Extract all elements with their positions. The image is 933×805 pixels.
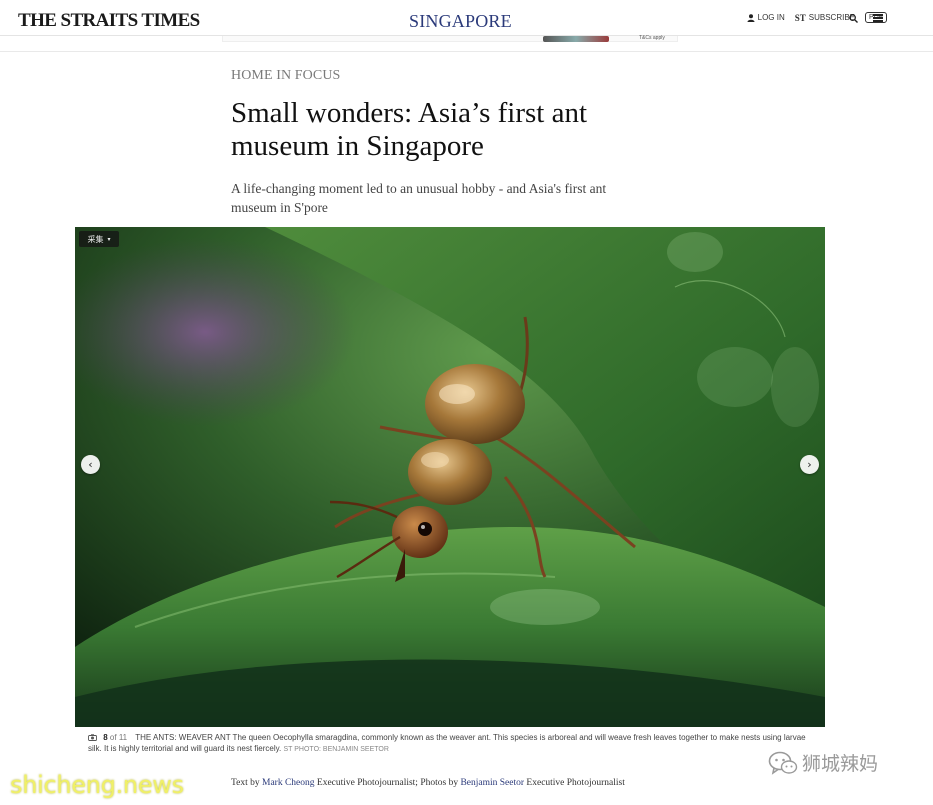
section-title[interactable]: SINGAPORE bbox=[409, 11, 512, 32]
byline-prefix: Text by bbox=[231, 778, 260, 788]
article-kicker[interactable]: HOME IN FOCUS bbox=[231, 68, 340, 84]
site-header: THE STRAITS TIMES SINGAPORE LOG IN ST SU… bbox=[0, 0, 933, 36]
ad-image bbox=[543, 36, 609, 42]
login-link[interactable]: LOG IN bbox=[747, 13, 785, 22]
gallery-image[interactable]: 采集 ▾ ‹ › bbox=[75, 227, 825, 727]
watermark-wechat: 狮城辣妈 bbox=[768, 749, 878, 776]
article-standfirst: A life-changing moment led to an unusual… bbox=[231, 181, 607, 215]
author-link[interactable]: Mark Cheong bbox=[262, 778, 315, 788]
search-icon[interactable] bbox=[849, 14, 858, 23]
menu-icon[interactable] bbox=[873, 14, 883, 22]
camera-icon bbox=[88, 734, 97, 742]
wechat-icon bbox=[768, 751, 798, 775]
user-icon bbox=[747, 13, 755, 22]
watermark-wechat-label: 狮城辣妈 bbox=[802, 753, 879, 775]
article-byline: Text by Mark Cheong Executive Photojourn… bbox=[231, 777, 631, 789]
st-mark-icon: ST bbox=[794, 12, 806, 23]
header-divider bbox=[0, 51, 933, 52]
login-label: LOG IN bbox=[757, 13, 785, 22]
header-actions: LOG IN ST SUBSCRIBE PDF bbox=[737, 12, 887, 23]
gallery-caption: 8 of 11 THE ANTS: WEAVER ANT The queen O… bbox=[88, 732, 818, 755]
gallery-next-button[interactable]: › bbox=[800, 455, 819, 474]
article-headline: Small wonders: Asia’s first ant museum i… bbox=[231, 97, 588, 162]
gallery-counter-current: 8 bbox=[103, 733, 108, 742]
photographer-role: Executive Photojournalist bbox=[526, 778, 625, 788]
collect-tag-label: 采集 bbox=[87, 234, 104, 244]
weaver-ant-photo bbox=[75, 227, 825, 727]
caption-text: THE ANTS: WEAVER ANT The queen Oecophyll… bbox=[88, 733, 806, 753]
subscribe-link[interactable]: ST SUBSCRIBE bbox=[795, 13, 855, 23]
ad-terms: T&Cs apply bbox=[639, 35, 665, 41]
collect-tag[interactable]: 采集 ▾ bbox=[79, 231, 119, 247]
watermark-shicheng: shicheng.news bbox=[10, 771, 184, 799]
author-role: Executive Photojournalist; Photos by bbox=[316, 778, 459, 788]
site-logo[interactable]: THE STRAITS TIMES bbox=[18, 10, 200, 32]
photo-credit: ST PHOTO: BENJAMIN SEETOR bbox=[283, 746, 389, 753]
chevron-right-icon: › bbox=[807, 458, 812, 471]
chevron-left-icon: ‹ bbox=[88, 458, 93, 471]
gallery-prev-button[interactable]: ‹ bbox=[81, 455, 100, 474]
photographer-link[interactable]: Benjamin Seetor bbox=[460, 778, 524, 788]
chevron-down-icon: ▾ bbox=[107, 235, 111, 243]
advertisement-strip[interactable]: T&Cs apply bbox=[222, 35, 678, 42]
gallery-counter-total: of 11 bbox=[109, 733, 128, 742]
